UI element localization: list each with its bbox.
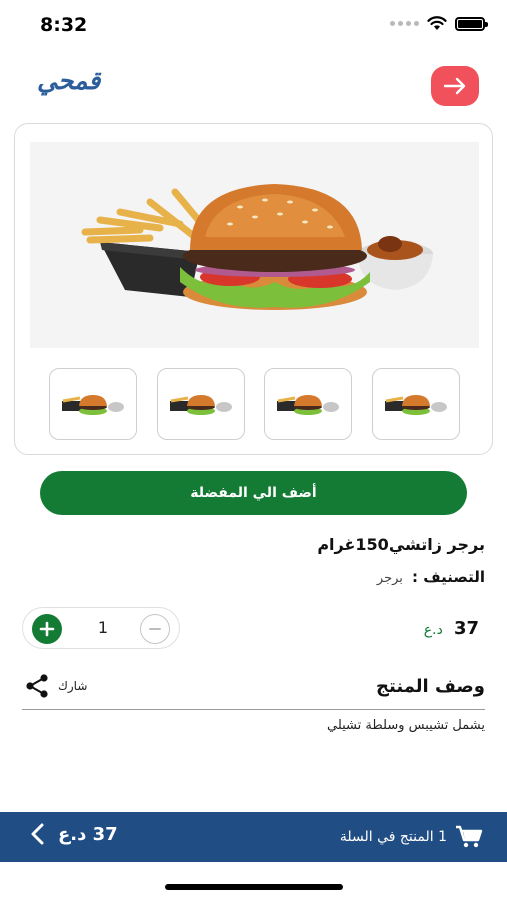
arrow-right-icon [443,77,466,95]
price-value: 37 [453,618,479,639]
product-price: 37 د.ع [424,618,479,639]
status-icons [390,16,488,31]
cart-info: 1 المنتج في السلة [340,825,483,849]
plus-icon [39,621,55,637]
cart-total: 37 د.ع [30,823,118,845]
cart-bar[interactable]: 1 المنتج في السلة 37 د.ع [0,812,507,862]
divider [22,709,485,710]
thumbnail[interactable] [156,368,245,440]
cart-count-label: 1 المنتج في السلة [339,829,447,845]
increase-quantity-button[interactable] [32,614,62,644]
status-bar: 8:32 [0,0,507,50]
burger-thumbnail-image [169,395,232,415]
header: قمحي [0,62,507,112]
wifi-icon [427,16,447,30]
thumbnail[interactable] [49,368,137,440]
burger-image [30,142,479,348]
category-value: برجر [376,571,403,586]
signal-icon [390,21,419,26]
category-label: التصنيف : [411,568,485,586]
quantity-value: 1 [97,618,109,637]
product-name: برجر زاتشي150غرام [317,535,485,554]
product-main-image[interactable] [30,142,479,348]
thumbnail[interactable] [264,368,353,440]
status-time: 8:32 [40,14,88,36]
quantity-stepper: 1 [22,607,180,649]
battery-icon [455,16,488,31]
product-gallery [14,123,493,455]
product-category: التصنيف : برجر [377,567,485,586]
burger-thumbnail-image [384,395,447,415]
share-label: شارك [58,679,88,693]
minus-icon [149,628,161,630]
description-text: يشمل تشيبس وسلطة تشيلي [327,718,485,733]
app-logo: قمحي [37,66,101,95]
back-button[interactable] [431,66,479,106]
description-title: وصف المنتج [376,676,485,697]
burger-thumbnail-image [62,395,124,415]
thumbnail-strip [49,368,460,440]
cart-icon [456,825,483,848]
share-button[interactable]: شارك [24,673,87,699]
cart-total-price: 37 د.ع [58,823,118,845]
share-icon [26,674,48,698]
thumbnail[interactable] [371,368,460,440]
decrease-quantity-button[interactable] [140,614,170,644]
burger-thumbnail-image [277,395,340,415]
add-to-favorites-button[interactable]: أضف الي المفضلة [40,471,467,515]
home-indicator [165,884,343,890]
price-currency: د.ع [423,622,443,638]
chevron-left-icon [31,823,44,845]
